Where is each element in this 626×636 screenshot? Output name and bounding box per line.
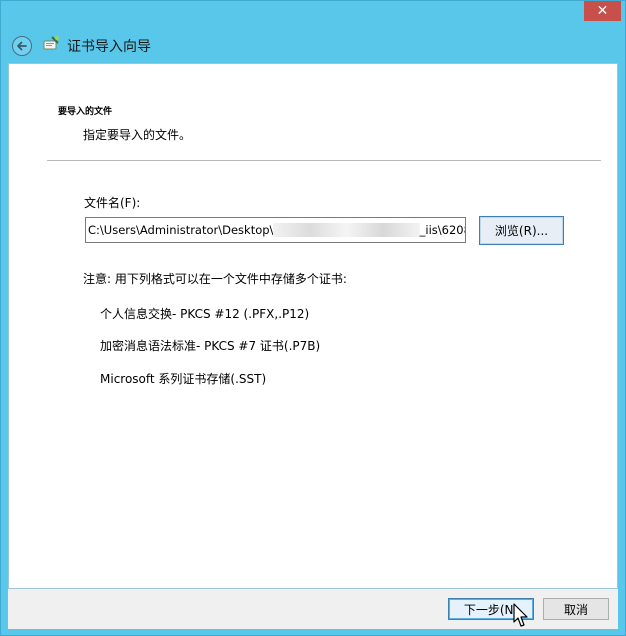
back-arrow-icon <box>17 41 27 51</box>
section-description: 指定要导入的文件。 <box>83 128 192 142</box>
back-button[interactable] <box>12 36 32 56</box>
browse-button[interactable]: 浏览(R)... <box>479 216 564 245</box>
certificate-import-wizard-window: ✕ 证书导入向导 要导入的文件 指定要导入的文件。 文件名(F): C:\Use… <box>0 0 626 636</box>
format-item-p7b: 加密消息语法标准- PKCS #7 证书(.P7B) <box>100 339 321 353</box>
filename-input[interactable]: C:\Users\Administrator\Desktop\ ​ _iis\6… <box>85 217 466 243</box>
mouse-pointer-icon <box>513 603 528 627</box>
redacted-path: ​ <box>273 223 420 237</box>
section-title: 要导入的文件 <box>58 107 113 117</box>
title-bar: ✕ 证书导入向导 <box>1 1 625 63</box>
filename-value-suffix: _iis\6208 <box>419 223 466 237</box>
close-button[interactable]: ✕ <box>584 1 621 21</box>
header-divider <box>47 160 601 161</box>
format-item-pfx: 个人信息交换- PKCS #12 (.PFX,.P12) <box>100 307 310 321</box>
wizard-content: 要导入的文件 指定要导入的文件。 文件名(F): C:\Users\Admini… <box>8 63 618 589</box>
format-note: 注意: 用下列格式可以在一个文件中存储多个证书: <box>83 272 347 286</box>
certificate-wizard-icon <box>43 36 59 50</box>
close-icon: ✕ <box>596 3 609 19</box>
filename-label: 文件名(F): <box>84 196 141 210</box>
format-item-sst: Microsoft 系列证书存储(.SST) <box>100 372 267 386</box>
window-title: 证书导入向导 <box>67 39 151 55</box>
filename-value-prefix: C:\Users\Administrator\Desktop\ <box>88 223 274 237</box>
cancel-button[interactable]: 取消 <box>543 598 609 620</box>
